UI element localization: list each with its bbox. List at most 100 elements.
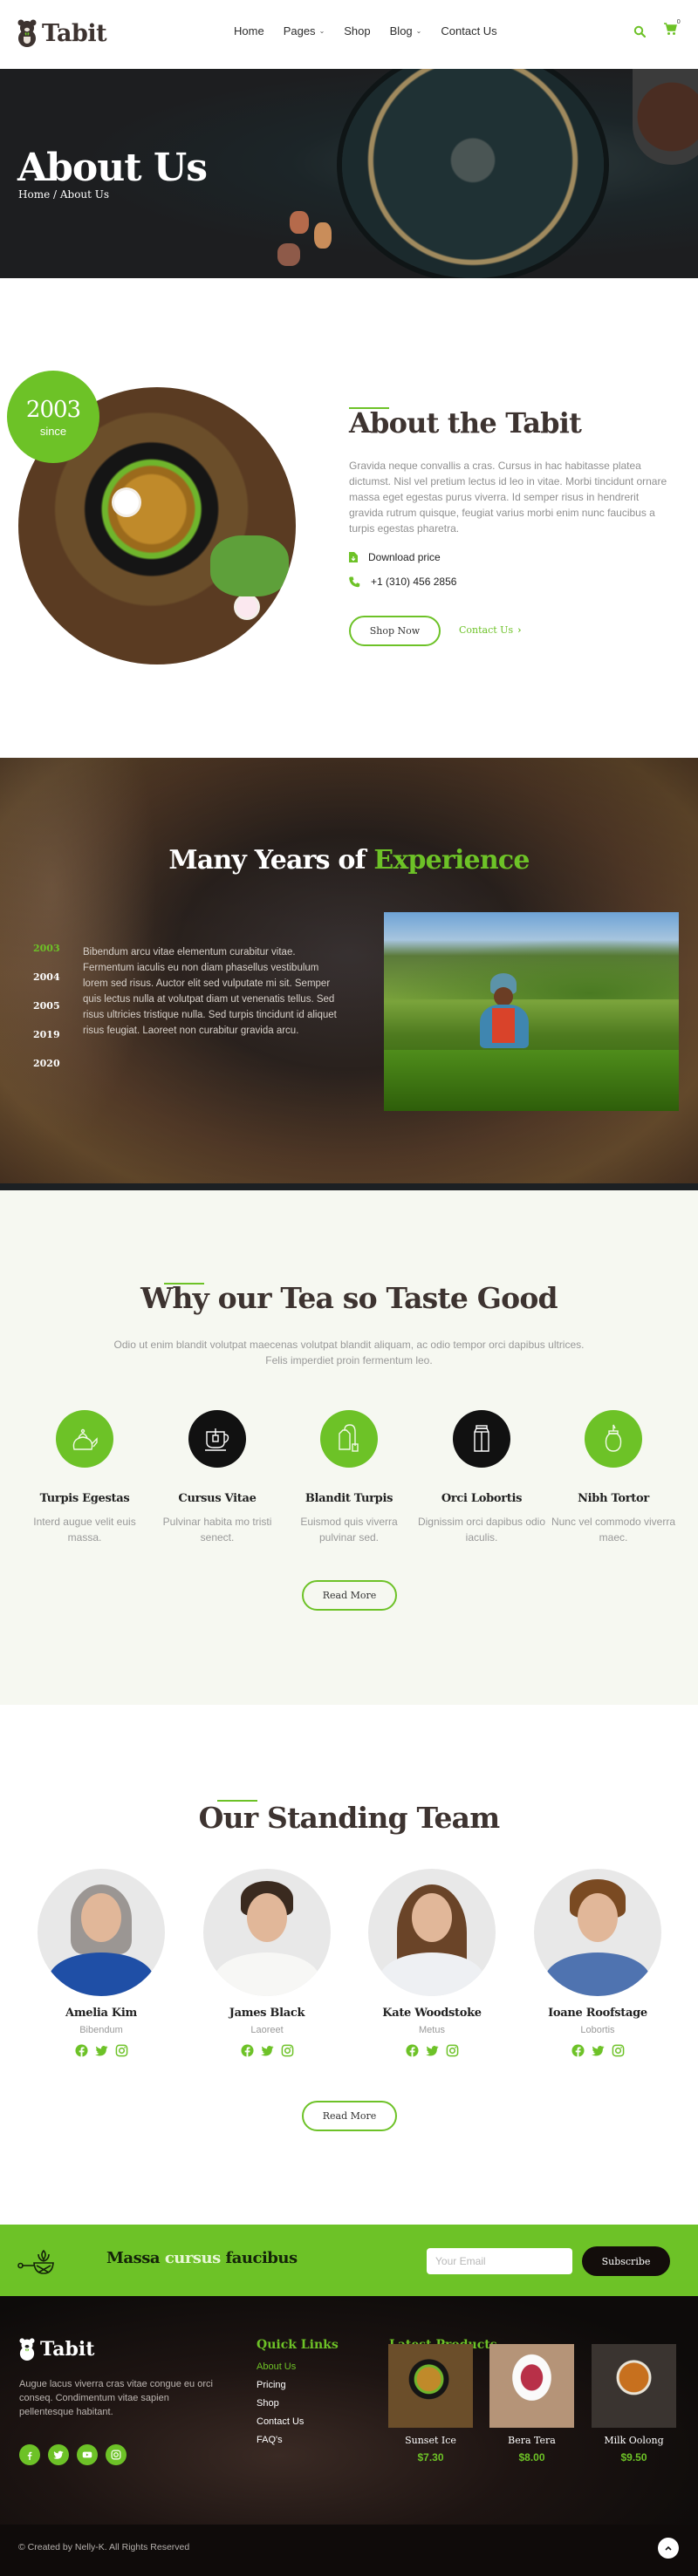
member-socials [202,2044,332,2057]
facebook-icon[interactable] [571,2044,585,2057]
product-image [388,2344,473,2428]
tea-strainer-icon [17,2249,54,2274]
nav-label: Pages [283,24,316,37]
year-tab-active[interactable]: 2003 [33,943,60,971]
chevron-right-icon: › [517,624,522,636]
bear-logo-icon [17,19,37,47]
product-card[interactable]: Bera Tera $8.00 [489,2344,574,2464]
feature-card: Orci Lobortis Dignissim orci dapibus odi… [416,1410,547,1545]
bear-logo-icon [19,2338,35,2361]
year-tab[interactable]: 2005 [33,1000,60,1029]
twitter-icon[interactable] [425,2044,439,2057]
product-image [592,2344,676,2428]
product-name: Milk Oolong [604,2435,664,2446]
avatar [38,1869,165,1996]
contact-us-link[interactable]: Contact Us › [459,624,522,636]
quick-link-active[interactable]: About Us [257,2361,304,2380]
quick-link[interactable]: Pricing [257,2380,304,2398]
member-socials [366,2044,497,2057]
quick-link[interactable]: Shop [257,2398,304,2416]
member-socials [532,2044,663,2057]
year-tabs: 2003 2004 2005 2019 2020 [33,943,60,1087]
why-subtitle: Odio ut enim blandit volutpat maecenas v… [113,1339,585,1366]
phone-link[interactable]: +1 (310) 456 2856 [349,576,456,588]
year-tab[interactable]: 2019 [33,1029,60,1058]
product-card[interactable]: Sunset Ice $7.30 [388,2344,473,2464]
copyright-bar: © Created by Nelly-K. All Rights Reserve… [0,2525,698,2576]
nav-item-contact[interactable]: Contact Us [441,24,496,37]
flower [114,490,139,515]
facebook-icon[interactable] [405,2044,419,2057]
instagram-icon[interactable] [106,2444,127,2465]
main-nav: Home Pages ⌄ Shop Blog ⌄ Contact Us [234,24,497,37]
facebook-icon[interactable] [74,2044,88,2057]
title-part-highlight: cursus [164,2249,221,2267]
avatar [203,1869,331,1996]
product-price: $8.00 [518,2451,545,2464]
quick-links: About Us Pricing Shop Contact Us FAQ's [257,2361,304,2453]
tea-cup-icon [188,1410,246,1468]
flower [236,596,257,617]
footer-logo[interactable]: Tabit [19,2338,94,2361]
member-name: Amelia Kim [65,2007,137,2020]
about-title: About the Tabit [349,406,582,440]
chevron-up-icon [665,2545,672,2551]
why-read-more-button[interactable]: Read More [302,1580,397,1611]
facebook-icon[interactable] [240,2044,254,2057]
twitter-icon[interactable] [94,2044,108,2057]
year-tab[interactable]: 2020 [33,1058,60,1087]
nav-item-home[interactable]: Home [234,24,264,37]
feature-text: Dignissim orci dapibus odio iaculis. [417,1516,546,1544]
instagram-icon[interactable] [446,2044,459,2057]
experience-text: Bibendum arcu vitae elementum curabitur … [83,947,337,1036]
nav-item-blog[interactable]: Blog ⌄ [390,24,422,37]
title-part: Massa [106,2249,161,2267]
leaves [210,535,289,596]
avatar [534,1869,661,1996]
email-input[interactable] [427,2248,572,2274]
member-role: Lobortis [580,2025,615,2035]
section-divider [0,1183,698,1190]
download-price-link[interactable]: Download price [349,551,441,563]
team-title: Our Standing Team [198,1801,501,1835]
product-card[interactable]: Milk Oolong $9.50 [592,2344,676,2464]
quick-link[interactable]: Contact Us [257,2416,304,2435]
instagram-icon[interactable] [115,2044,128,2057]
product-name: Bera Tera [508,2435,556,2446]
nav-item-shop[interactable]: Shop [344,24,370,37]
team-read-more-button[interactable]: Read More [302,2101,397,2131]
member-role: Laoreet [250,2025,284,2035]
quick-links-title: Quick Links [257,2338,339,2352]
header-actions: 0 [633,18,681,39]
twitter-icon[interactable] [48,2444,69,2465]
breadcrumb[interactable]: Home / About Us [18,188,109,201]
download-price-label: Download price [368,551,441,563]
nav-label: Blog [389,24,413,37]
tea-bag-icon [320,1410,378,1468]
subscribe-button[interactable]: Subscribe [582,2246,670,2276]
twitter-icon[interactable] [260,2044,274,2057]
instagram-icon[interactable] [281,2044,294,2057]
facebook-icon[interactable] [19,2444,40,2465]
feature-title: Cursus Vitae [178,1492,257,1505]
instagram-icon[interactable] [612,2044,625,2057]
since-year: 2003 [25,397,81,423]
back-to-top-button[interactable] [658,2538,679,2559]
nav-item-pages[interactable]: Pages ⌄ [284,24,325,37]
cart-button[interactable]: 0 [663,18,681,39]
quick-link[interactable]: FAQ's [257,2435,304,2453]
youtube-icon[interactable] [77,2444,98,2465]
twitter-icon[interactable] [591,2044,605,2057]
shop-now-button[interactable]: Shop Now [349,616,441,646]
page-title: About Us [17,146,208,190]
team-member-card: Amelia Kim Bibendum [36,1869,167,2057]
search-icon[interactable] [633,25,646,37]
logo[interactable]: Tabit [17,19,107,47]
nav-label: Home [234,24,264,37]
member-name: Kate Woodstoke [382,2007,482,2020]
feature-card: Blandit Turpis Euismod quis viverra pulv… [284,1410,414,1545]
page-hero: About Us Home / About Us [0,69,698,278]
newsletter-bar: Massa cursus faucibus Subscribe [0,2225,698,2296]
year-tab[interactable]: 2004 [33,971,60,1000]
phone-number: +1 (310) 456 2856 [371,576,457,588]
